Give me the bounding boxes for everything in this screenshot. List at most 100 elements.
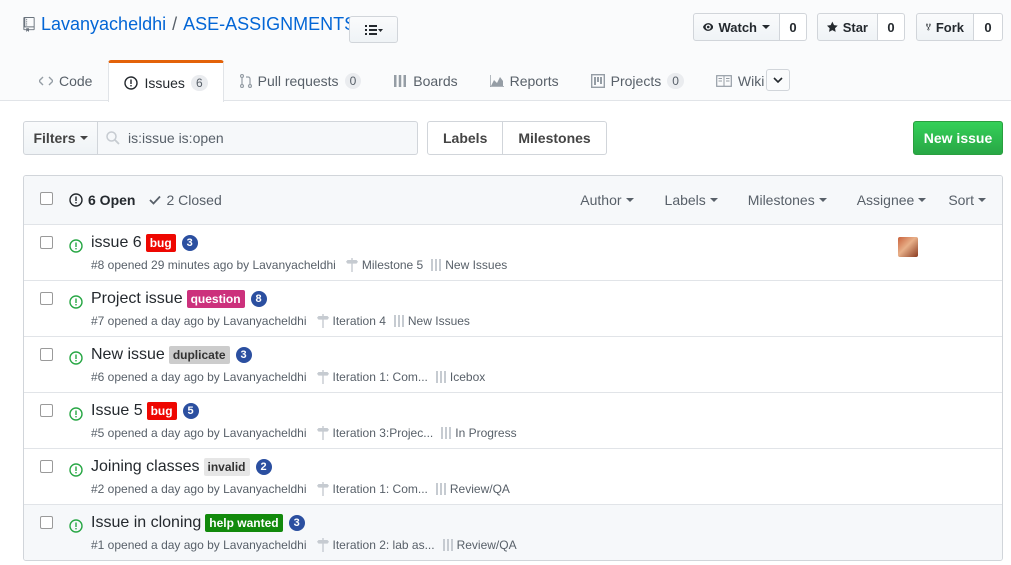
issue-count-badge: 3 [235, 347, 252, 363]
issue-project-column[interactable]: Review/QA [442, 538, 517, 552]
issue-row[interactable]: New issue duplicate 3 #6 opened a day ag… [24, 337, 1002, 393]
book-icon [716, 75, 732, 87]
issue-row[interactable]: Issue in cloning help wanted 3 #1 opened… [24, 505, 1002, 560]
issue-meta: #1 opened a day ago by Lavanyacheldhi It… [91, 538, 517, 552]
menu-label: Labels [664, 192, 706, 208]
search-icon [106, 131, 120, 145]
sort-menu[interactable]: Sort [937, 192, 1002, 208]
chevron-down-icon [978, 198, 986, 202]
assignee-menu[interactable]: Assignee [838, 192, 938, 208]
issue-row[interactable]: Joining classes invalid 2 #2 opened a da… [24, 449, 1002, 505]
issue-title-link[interactable]: New issue [91, 346, 165, 364]
more-tabs-button[interactable] [766, 69, 790, 91]
issue-project-column[interactable]: New Issues [393, 314, 470, 328]
tab-pull-requests[interactable]: Pull requests 0 [224, 60, 378, 101]
issue-project-column[interactable]: In Progress [441, 426, 517, 440]
repo-name-link[interactable]: ASE-ASSIGNMENTS [183, 14, 356, 35]
boards-icon [442, 539, 453, 551]
milestone-label: Iteration 2: lab as... [332, 538, 435, 552]
open-issues-toggle[interactable]: 6 Open [69, 192, 135, 208]
issue-milestone[interactable]: Milestone 5 [345, 258, 424, 272]
issue-opened-icon [69, 519, 83, 533]
milestone-icon [316, 426, 329, 440]
filter-menus: Author Labels Milestones Assignee Sort [569, 192, 1002, 208]
tab-projects[interactable]: Projects 0 [575, 60, 700, 101]
milestones-menu[interactable]: Milestones [729, 192, 838, 208]
new-issue-button[interactable]: New issue [913, 121, 1003, 155]
project-column-label: New Issues [445, 258, 508, 272]
issue-title-line: Joining classes invalid 2 [91, 458, 272, 476]
issue-checkbox[interactable] [40, 404, 53, 417]
issue-label[interactable]: bug [146, 402, 177, 420]
watch-button[interactable]: Watch [693, 13, 780, 41]
menu-label: Author [580, 192, 622, 208]
eye-icon [703, 23, 714, 31]
assignee-avatar[interactable] [898, 237, 918, 257]
issue-label[interactable]: question [186, 290, 245, 308]
star-button[interactable]: Star [817, 13, 878, 41]
issue-label[interactable]: bug [145, 234, 176, 252]
issue-checkbox[interactable] [40, 516, 53, 529]
issue-title-link[interactable]: Issue in cloning [91, 514, 201, 532]
tab-code[interactable]: Code [23, 60, 108, 101]
milestones-button[interactable]: Milestones [503, 121, 607, 155]
issue-milestone[interactable]: Iteration 4 [316, 314, 386, 328]
repo-owner-link[interactable]: Lavanyacheldhi [41, 14, 166, 35]
search-input[interactable] [128, 130, 408, 146]
issue-label[interactable]: help wanted [205, 514, 283, 532]
labels-milestones-nav: Labels Milestones [427, 121, 607, 155]
issue-project-column[interactable]: New Issues [431, 258, 507, 272]
issue-title-link[interactable]: issue 6 [91, 234, 142, 252]
issue-checkbox[interactable] [40, 348, 53, 361]
search-field [98, 121, 418, 155]
issue-label[interactable]: duplicate [168, 346, 230, 364]
labels-menu[interactable]: Labels [645, 192, 729, 208]
issue-title-link[interactable]: Project issue [91, 290, 183, 308]
issue-milestone[interactable]: Iteration 3:Projec... [316, 426, 433, 440]
issue-milestone[interactable]: Iteration 1: Com... [316, 370, 428, 384]
fork-button[interactable]: Fork [916, 13, 974, 41]
closed-issues-toggle[interactable]: 2 Closed [149, 192, 222, 208]
chevron-down-icon [773, 77, 783, 83]
issue-row[interactable]: Issue 5 bug 5 #5 opened a day ago by Lav… [24, 393, 1002, 449]
project-column-label: New Issues [407, 314, 470, 328]
issue-milestone[interactable]: Iteration 1: Com... [316, 482, 428, 496]
author-menu[interactable]: Author [569, 192, 644, 208]
issue-opened-by: #7 opened a day ago by Lavanyacheldhi [91, 314, 307, 328]
filters-button[interactable]: Filters [23, 121, 98, 155]
issue-milestone[interactable]: Iteration 2: lab as... [316, 538, 435, 552]
issue-project-column[interactable]: Icebox [435, 370, 486, 384]
fork-group: Fork 0 [916, 13, 1003, 41]
milestone-label: Iteration 4 [332, 314, 386, 328]
star-count[interactable]: 0 [878, 13, 905, 41]
issue-title-link[interactable]: Joining classes [91, 458, 200, 476]
watch-count[interactable]: 0 [780, 13, 807, 41]
labels-button[interactable]: Labels [427, 121, 504, 155]
issue-checkbox[interactable] [40, 236, 53, 249]
milestone-label: Milestone 5 [361, 258, 424, 272]
code-icon [39, 76, 53, 86]
issue-project-column[interactable]: Review/QA [435, 482, 510, 496]
milestone-icon [316, 370, 329, 384]
chevron-down-icon [79, 136, 88, 140]
tab-issues[interactable]: Issues 6 [108, 60, 224, 102]
tab-reports[interactable]: Reports [474, 60, 575, 101]
issue-count-badge: 2 [255, 459, 272, 475]
select-all-checkbox[interactable] [40, 192, 53, 205]
issue-title-link[interactable]: Issue 5 [91, 402, 143, 420]
boards-icon [393, 315, 404, 327]
issue-opened-by: #6 opened a day ago by Lavanyacheldhi [91, 370, 307, 384]
issue-opened-by: #5 opened a day ago by Lavanyacheldhi [91, 426, 307, 440]
issue-label[interactable]: invalid [203, 458, 250, 476]
tab-boards[interactable]: Boards [377, 60, 473, 101]
fork-count[interactable]: 0 [974, 13, 1003, 41]
project-column-label: Icebox [449, 370, 486, 384]
issue-opened-icon [69, 193, 83, 207]
issues-list-header: 6 Open 2 Closed Author Labels Milestones… [24, 176, 1002, 225]
issue-checkbox[interactable] [40, 460, 53, 473]
tab-label: Projects [610, 73, 662, 89]
issue-row[interactable]: Project issue question 8 #7 opened a day… [24, 281, 1002, 337]
issue-row[interactable]: issue 6 bug 3 #8 opened 29 minutes ago b… [24, 225, 1002, 281]
list-menu-button[interactable] [349, 16, 398, 43]
issue-checkbox[interactable] [40, 292, 53, 305]
